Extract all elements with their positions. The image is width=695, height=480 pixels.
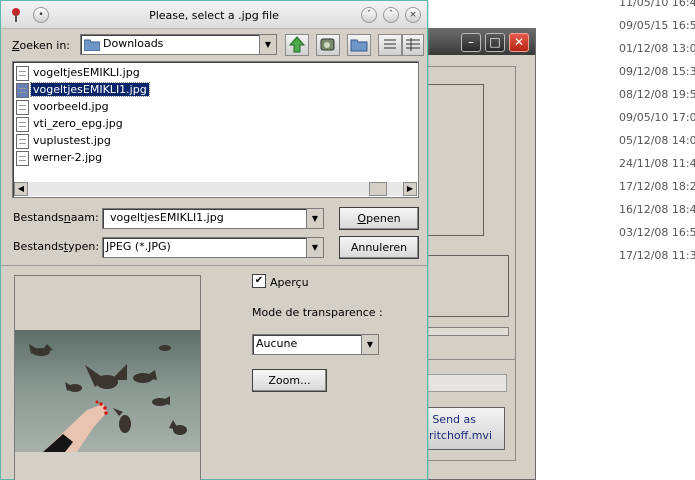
look-in-value: Downloads [103, 37, 164, 50]
file-icon [16, 151, 29, 166]
chevron-down-icon[interactable]: ▼ [306, 238, 323, 257]
new-folder-button[interactable] [347, 34, 371, 56]
file-name: vogeltjesEMIKLI1.jpg [30, 82, 150, 97]
list-view-button[interactable] [378, 34, 402, 56]
preview-image [15, 330, 200, 452]
file-icon [16, 83, 29, 98]
background-panel-top [423, 66, 516, 378]
dialog-title: Please, select a .jpg file [149, 9, 279, 22]
close-button[interactable]: ✕ [509, 33, 529, 52]
send-button[interactable]: Send as ritchoff.mvi [427, 407, 505, 450]
background-date: 09/05/15 16:5 [619, 19, 695, 32]
transparency-label: Mode de transparence : [252, 306, 383, 319]
detail-view-icon [406, 38, 420, 51]
background-date: 03/12/08 16:5 [619, 226, 695, 239]
background-window: – □ ✕ Send as ritchoff.mvi [420, 28, 536, 480]
dialog-titlebar: • Please, select a .jpg file ˇ ˆ × [1, 1, 427, 29]
scroll-right-icon[interactable]: ▶ [403, 182, 417, 196]
file-name: vuplustest.jpg [33, 134, 111, 147]
file-name: vti_zero_epg.jpg [33, 117, 123, 130]
chevron-down-icon[interactable]: ▼ [306, 209, 323, 228]
file-icon [16, 134, 29, 149]
send-button-line2: ritchoff.mvi [429, 429, 492, 442]
background-date: 01/12/08 13:0 [619, 42, 695, 55]
background-date: 24/11/08 11:4 [619, 157, 695, 170]
background-progress-bar [427, 327, 509, 336]
folder-icon [83, 38, 101, 54]
filename-value: vogeltjesEMIKLI1.jpg [110, 211, 224, 224]
filename-label: Bestandsnaam: [13, 211, 99, 224]
file-icon [16, 66, 29, 81]
preview-checkbox-label: Aperçu [270, 276, 309, 289]
background-preview-frame [427, 84, 484, 236]
transparency-value: Aucune [256, 337, 298, 350]
background-panel-bottom: Send as ritchoff.mvi [423, 359, 516, 461]
file-name: voorbeeld.jpg [33, 100, 109, 113]
chevron-down-icon[interactable]: ▼ [361, 335, 378, 354]
shade-down-button[interactable]: ˇ [361, 7, 377, 23]
background-date: 17/12/08 18:2 [619, 180, 695, 193]
file-icon [16, 100, 29, 115]
background-date: 05/12/08 14:0 [619, 134, 695, 147]
dialog-close-button[interactable]: × [405, 7, 421, 23]
file-icon [16, 117, 29, 132]
new-folder-icon [350, 39, 368, 52]
look-in-combo[interactable]: Downloads ▼ [80, 34, 277, 55]
filetype-combo[interactable]: JPEG (*.JPG) ▼ [102, 237, 324, 258]
file-name: vogeltjesEMIKLI.jpg [33, 66, 140, 79]
maximize-button[interactable]: □ [485, 33, 505, 52]
background-window-titlebar: – □ ✕ [421, 29, 535, 55]
file-name: werner-2.jpg [33, 151, 103, 164]
network-button[interactable] [316, 34, 340, 56]
window-menu-button[interactable]: • [33, 7, 49, 23]
shade-up-button[interactable]: ˆ [383, 7, 399, 23]
list-view-icon [384, 39, 396, 49]
horizontal-scrollbar[interactable]: ◀ ▶ [14, 182, 417, 196]
app-pin-icon [11, 7, 21, 22]
send-button-line1: Send as [432, 413, 476, 426]
file-dialog: • Please, select a .jpg file ˇ ˆ × Zoeke… [0, 0, 428, 480]
preview-checkbox[interactable]: ✔ [252, 274, 266, 288]
cancel-button[interactable]: Annuleren [339, 236, 419, 259]
background-date: 09/12/08 15:3 [619, 65, 695, 78]
up-arrow-icon [288, 36, 306, 53]
minimize-button[interactable]: – [461, 33, 481, 52]
parent-folder-button[interactable] [285, 34, 309, 56]
transparency-combo[interactable]: Aucune ▼ [252, 334, 379, 355]
network-icon [320, 38, 335, 51]
background-date: 11/05/10 16:4 [619, 0, 695, 9]
background-field [427, 374, 507, 392]
background-box [427, 255, 509, 317]
filename-combo[interactable]: vogeltjesEMIKLI1.jpg ▼ [102, 208, 324, 229]
background-date: 16/12/08 18:4 [619, 203, 695, 216]
background-date: 08/12/08 19:5 [619, 88, 695, 101]
background-date: 09/05/10 17:0 [619, 111, 695, 124]
filetype-value: JPEG (*.JPG) [106, 240, 171, 253]
divider [1, 265, 427, 266]
detail-view-button[interactable] [402, 34, 424, 56]
scroll-thumb[interactable] [369, 182, 387, 196]
background-date: 17/12/08 11:3 [619, 249, 695, 262]
preview-pane [14, 275, 201, 480]
filetype-label: Bestandstypen: [13, 240, 100, 253]
zoom-button[interactable]: Zoom... [252, 369, 327, 392]
scroll-left-icon[interactable]: ◀ [14, 182, 28, 196]
chevron-down-icon[interactable]: ▼ [259, 35, 276, 54]
file-list[interactable]: vogeltjesEMIKLI.jpg vogeltjesEMIKLI1.jpg v… [12, 61, 419, 198]
look-in-label: Zoeken in: [12, 39, 70, 52]
open-button[interactable]: Openen [339, 207, 419, 230]
